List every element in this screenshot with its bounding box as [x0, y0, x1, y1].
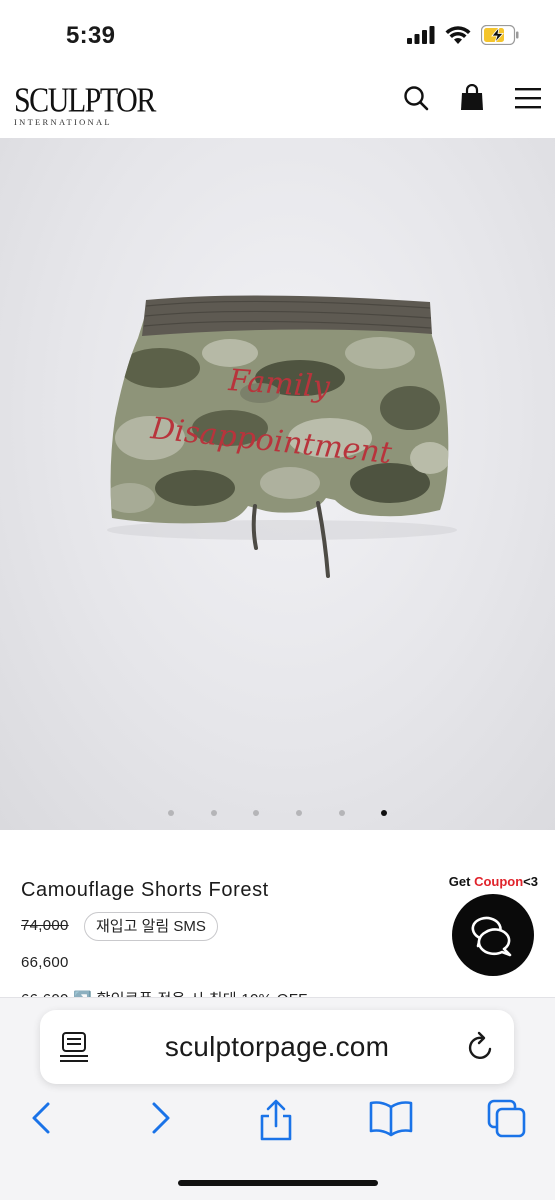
safari-bottom-bar: sculptorpage.com: [0, 997, 555, 1200]
bookmarks-icon[interactable]: [368, 1098, 414, 1143]
home-indicator[interactable]: [178, 1180, 378, 1186]
coupon-prefix: Get: [448, 874, 475, 889]
back-icon[interactable]: [28, 1098, 56, 1143]
carousel-dot[interactable]: [253, 810, 259, 816]
search-icon[interactable]: [403, 84, 429, 112]
sale-price: 66,600: [21, 954, 69, 971]
reload-icon[interactable]: [466, 1031, 496, 1068]
carousel-dot[interactable]: [168, 810, 174, 816]
status-time: 5:39: [66, 22, 116, 49]
status-bar: 5:39: [0, 0, 555, 70]
coupon-suffix: <3: [523, 874, 538, 889]
tabs-icon[interactable]: [486, 1098, 528, 1143]
carousel-dots: [0, 810, 555, 820]
product-title: Camouflage Shorts Forest: [21, 879, 269, 901]
carousel-dot-active[interactable]: [381, 810, 387, 816]
cellular-signal-icon: [407, 26, 435, 49]
address-url: sculptorpage.com: [164, 1031, 390, 1062]
carousel-dot[interactable]: [296, 810, 302, 816]
forward-icon[interactable]: [146, 1098, 174, 1143]
original-price: 74,000: [21, 917, 69, 934]
svg-text:Family: Family: [226, 363, 331, 405]
product-info: Camouflage Shorts Forest 74,000 재입고 알림 S…: [0, 830, 555, 1008]
menu-icon[interactable]: [515, 84, 541, 112]
camouflage-shorts-photo: Family Disappointment: [107, 295, 457, 578]
get-coupon-badge[interactable]: Get Coupon<3: [449, 874, 538, 889]
safari-toolbar: [0, 1098, 555, 1142]
status-icons: [407, 24, 519, 50]
site-header: SCULPTOR INTERNATIONAL: [0, 70, 555, 138]
carousel-dot[interactable]: [211, 810, 217, 816]
chat-bubbles-icon: [471, 916, 512, 957]
header-actions: [403, 83, 541, 112]
restock-sms-button[interactable]: 재입고 알림 SMS: [84, 912, 218, 941]
logo-wordmark: SCULPTOR: [14, 81, 156, 120]
coupon-highlight: Coupon: [474, 874, 524, 889]
chat-button[interactable]: [452, 894, 534, 976]
product-gallery[interactable]: Family Disappointment: [0, 138, 555, 830]
wifi-icon: [445, 25, 471, 50]
address-bar[interactable]: sculptorpage.com: [40, 1010, 514, 1084]
sculptor-logo[interactable]: SCULPTOR INTERNATIONAL: [14, 81, 156, 127]
carousel-dot[interactable]: [339, 810, 345, 816]
battery-charging-icon: [480, 24, 519, 50]
shopping-bag-icon[interactable]: [459, 83, 485, 112]
share-icon[interactable]: [256, 1098, 296, 1147]
